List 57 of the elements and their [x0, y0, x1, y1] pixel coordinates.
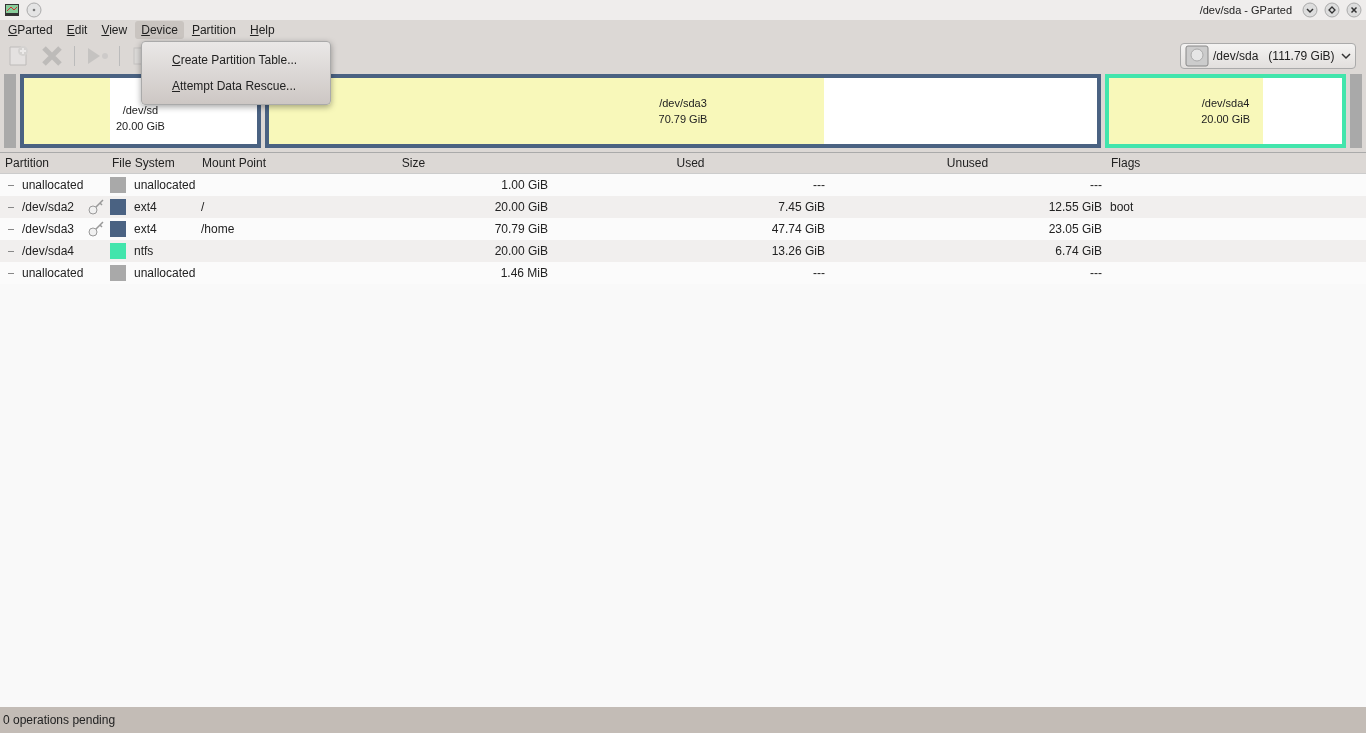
table-cell-text: /: [200, 200, 206, 214]
menu-item[interactable]: View: [95, 21, 134, 39]
column-header[interactable]: Partition: [0, 153, 107, 173]
table-cell-text: ---: [1089, 178, 1103, 192]
app-icon: [4, 2, 20, 18]
partition-label: /dev/sda3 70.79 GiB: [657, 96, 709, 127]
table-cell-text: ---: [1089, 266, 1103, 280]
table-cell-text: unallocated: [21, 178, 85, 192]
column-header[interactable]: Used: [552, 153, 829, 173]
table-cell-text: 23.05 GiB: [1047, 222, 1103, 236]
column-header[interactable]: Flags: [1106, 153, 1366, 173]
device-selector[interactable]: /dev/sda (111.79 GiB): [1180, 43, 1356, 69]
table-cell-text: ---: [812, 178, 826, 192]
partition-label: /dev/sd 20.00 GiB: [114, 103, 166, 134]
column-header[interactable]: File System: [107, 153, 197, 173]
table-cell-text: ---: [812, 266, 826, 280]
window-menu-icon[interactable]: [26, 2, 42, 18]
table-cell-text: ext4: [133, 200, 158, 214]
unallocated-segment[interactable]: [1350, 74, 1362, 148]
caret-icon: [1341, 52, 1351, 60]
menu-item[interactable]: Help: [243, 21, 281, 39]
window-title: /dev/sda - GParted: [1199, 4, 1292, 16]
table-cell-text: 1.00 GiB: [500, 178, 549, 192]
minimize-icon[interactable]: [1302, 2, 1318, 18]
maximize-icon[interactable]: [1324, 2, 1340, 18]
table-cell-text: /dev/sda3: [21, 222, 76, 236]
column-header[interactable]: Mount Point: [197, 153, 275, 173]
table-cell-text: 20.00 GiB: [493, 244, 549, 258]
table-cell-text: /home: [200, 222, 236, 236]
table-cell-text: 13.26 GiB: [770, 244, 826, 258]
table-cell-text: 70.79 GiB: [493, 222, 549, 236]
table-cell-text: 7.45 GiB: [777, 200, 826, 214]
menu-item[interactable]: Partition: [185, 21, 242, 39]
table-cell-text: 47.74 GiB: [770, 222, 826, 236]
table-cell-text: unallocated: [133, 266, 197, 280]
table-cell-text: unallocated: [21, 266, 85, 280]
table-cell-text: /dev/sda2: [21, 200, 76, 214]
table-cell-text: 20.00 GiB: [493, 200, 549, 214]
menu-item[interactable]: Device: [135, 21, 184, 39]
menu-item[interactable]: Edit: [60, 21, 94, 39]
table-cell-text: 1.46 MiB: [499, 266, 549, 280]
table-cell-text: /dev/sda4: [21, 244, 76, 258]
partition-segment[interactable]: /dev/sda4 20.00 GiB: [1105, 74, 1346, 148]
partition-label: /dev/sda4 20.00 GiB: [1200, 96, 1252, 127]
menu-item[interactable]: GParted: [2, 21, 59, 39]
menu-entry[interactable]: Create Partition Table...: [142, 47, 330, 73]
status-text: 0 operations pending: [3, 713, 116, 727]
column-header[interactable]: Size: [275, 153, 552, 173]
table-cell-text: ntfs: [133, 244, 155, 258]
close-icon[interactable]: [1346, 2, 1362, 18]
column-header[interactable]: Unused: [829, 153, 1106, 173]
table-cell-text: ext4: [133, 222, 158, 236]
table-cell-text: 12.55 GiB: [1047, 200, 1103, 214]
table-cell-text: 6.74 GiB: [1054, 244, 1103, 258]
table-cell-text: unallocated: [133, 178, 197, 192]
unallocated-segment[interactable]: [4, 74, 16, 148]
table-cell-text: boot: [1109, 200, 1135, 214]
